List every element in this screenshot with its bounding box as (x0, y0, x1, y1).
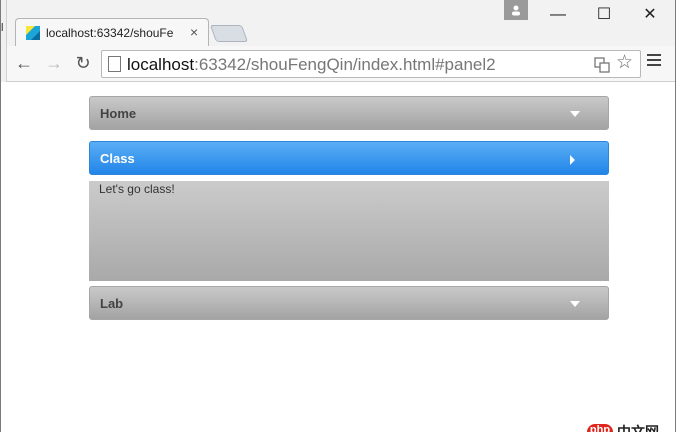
new-tab-button[interactable] (209, 25, 249, 42)
page-icon (108, 56, 121, 72)
url-host: localhost (127, 55, 195, 74)
address-bar[interactable]: localhost:63342/shouFengQin/index.html#p… (101, 50, 641, 78)
minimize-button[interactable]: — (535, 0, 581, 30)
back-arrow-icon[interactable]: ← (13, 52, 35, 74)
translate-icon[interactable] (594, 57, 610, 73)
webstorm-favicon-icon (26, 26, 40, 40)
accordion-header-class[interactable]: Class (89, 141, 609, 175)
watermark-text: 中文网 (617, 424, 659, 432)
accordion-body-class: Let's go class! (89, 181, 609, 281)
accordion-header-label: Home (100, 106, 137, 121)
tab-title: localhost:63342/shouFe (46, 26, 174, 40)
accordion-header-lab[interactable]: Lab (89, 286, 609, 320)
background-window-text: l (1, 22, 4, 34)
maximize-button[interactable]: ☐ (581, 0, 627, 30)
url-text[interactable]: localhost:63342/shouFengQin/index.html#p… (127, 55, 496, 75)
menu-icon[interactable] (647, 54, 661, 68)
url-path: :63342/shouFengQin/index.html#panel2 (194, 55, 496, 74)
bookmark-star-icon[interactable]: ☆ (616, 53, 633, 72)
page-content: Home Class Let's go class! Lab (1, 82, 675, 432)
watermark-badge: php (587, 424, 613, 432)
accordion-header-home[interactable]: Home (89, 96, 609, 130)
browser-window: localhost:63342/shouFe × — ☐ ✕ ← → ↻ loc… (0, 0, 676, 432)
close-window-button[interactable]: ✕ (627, 0, 673, 30)
reload-icon[interactable]: ↻ (72, 52, 94, 74)
browser-toolbar: ← → ↻ localhost:63342/shouFengQin/index.… (1, 46, 675, 82)
accordion-header-label: Lab (100, 296, 124, 311)
profile-icon[interactable] (504, 0, 528, 20)
caret-down-icon (570, 111, 580, 117)
title-bar: localhost:63342/shouFe × — ☐ ✕ (1, 0, 675, 46)
caret-right-icon (570, 155, 575, 165)
browser-tab[interactable]: localhost:63342/shouFe × (15, 18, 209, 46)
tab-close-icon[interactable]: × (190, 24, 198, 40)
forward-arrow-icon[interactable]: → (43, 52, 65, 74)
panel-content-text: Let's go class! (99, 182, 175, 196)
accordion-header-label: Class (100, 151, 135, 166)
caret-down-icon (570, 301, 580, 307)
